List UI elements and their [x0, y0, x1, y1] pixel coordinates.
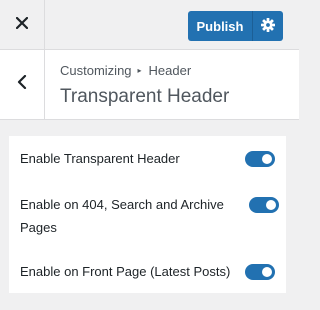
toggle-knob: [262, 154, 272, 164]
option-label-404-search-archive: Enable on 404, Search and Archive Pages: [20, 197, 224, 235]
breadcrumb-separator-icon: ▸: [137, 66, 142, 75]
breadcrumb-root: Customizing: [60, 63, 132, 78]
toggle-transparent-header[interactable]: [245, 151, 275, 167]
section-title: Transparent Header: [60, 86, 230, 107]
section-header: Customizing ▸ Header Transparent Header: [0, 50, 299, 120]
option-label-transparent-header: Enable Transparent Header: [20, 151, 180, 166]
chevron-left-icon: [17, 74, 27, 94]
breadcrumb-current: Header: [148, 63, 192, 78]
close-button[interactable]: [0, 0, 45, 49]
options-panel: Enable Transparent Header Enable on 404,…: [9, 136, 286, 293]
toggle-knob: [266, 200, 276, 210]
toggle-front-page[interactable]: [245, 264, 275, 280]
breadcrumb: Customizing ▸ Header: [60, 63, 191, 78]
toggle-404-search-archive[interactable]: [249, 197, 279, 213]
option-label-front-page: Enable on Front Page (Latest Posts): [20, 264, 231, 279]
publish-settings-button[interactable]: [253, 17, 283, 35]
customizer-topbar: Publish: [0, 0, 299, 50]
publish-label: Publish: [196, 18, 244, 34]
gear-icon: [261, 17, 275, 35]
publish-button[interactable]: Publish: [188, 11, 283, 41]
back-button[interactable]: [0, 50, 45, 119]
close-icon: [15, 16, 29, 34]
toggle-knob: [262, 267, 272, 277]
